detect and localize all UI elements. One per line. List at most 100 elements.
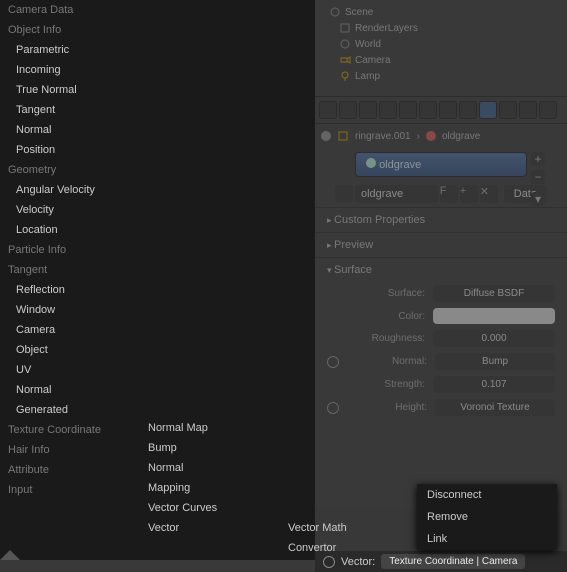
outliner-item[interactable]: World [319,36,563,52]
mesh-icon [337,130,349,142]
tab-particles[interactable] [519,101,537,119]
slot-icon [366,158,376,168]
menu-header[interactable]: Texture Coordinate [0,420,140,440]
surface-shader-dropdown[interactable]: Diffuse BSDF [433,285,555,302]
tab-scene[interactable] [359,101,377,119]
menu-item[interactable]: Convertor [280,538,380,558]
menu-item[interactable]: Incoming [0,60,140,80]
prop-normal: Normal: Bump [315,350,567,373]
tab-material[interactable] [479,101,497,119]
menu-header[interactable]: Tangent [0,260,140,280]
resize-corner[interactable] [0,550,20,560]
tab-constraints[interactable] [419,101,437,119]
new-button[interactable]: + [460,185,478,203]
strength-slider[interactable]: 0.107 [433,376,555,393]
menu-header[interactable]: Object Info [0,20,140,40]
slot-menu-button[interactable]: ▾ [531,192,545,206]
remove-slot-button[interactable]: − [531,170,545,184]
properties-tabs [315,96,567,124]
material-slot[interactable]: oldgrave [355,152,527,177]
outliner-item[interactable]: RenderLayers [319,20,563,36]
menu-column-3: Vector MathConvertor [280,518,380,560]
menu-item[interactable]: Angular Velocity [0,180,140,200]
ctx-disconnect[interactable]: Disconnect [417,484,557,506]
menu-item[interactable]: Generated [0,400,140,420]
breadcrumb-sep: › [417,131,420,142]
material-id-field[interactable]: oldgrave [355,185,438,203]
menu-header[interactable]: Attribute [0,460,140,480]
unlink-button[interactable]: ✕ [480,185,498,203]
tab-data[interactable] [459,101,477,119]
pin-icon[interactable] [321,131,331,141]
menu-item[interactable]: UV [0,360,140,380]
tab-render[interactable] [319,101,337,119]
menu-item[interactable]: Camera [0,320,140,340]
menu-header[interactable]: Particle Info [0,240,140,260]
menu-item[interactable]: Vector Math [280,518,380,538]
item-label: Lamp [355,71,380,82]
tab-texture[interactable] [499,101,517,119]
color-label: Color: [345,311,425,322]
socket-icon[interactable] [327,356,339,368]
outliner-item[interactable]: Lamp [319,68,563,84]
ctx-remove[interactable]: Remove [417,506,557,528]
menu-header[interactable]: Input [0,480,140,500]
menu-item[interactable]: Normal [0,380,140,400]
material-id-row: oldgrave F + ✕ Data [315,181,567,207]
menu-item[interactable]: Position [0,140,140,160]
menu-item[interactable]: Object [0,340,140,360]
roughness-slider[interactable]: 0.000 [433,330,555,347]
prop-surface: Surface: Diffuse BSDF [315,282,567,305]
menu-item[interactable]: Vector [140,518,280,538]
menu-item[interactable]: Reflection [0,280,140,300]
prop-height: Height: Voronoi Texture [315,396,567,419]
menu-item[interactable]: Vector Curves [140,498,280,518]
menu-item[interactable]: Normal [140,458,280,478]
breadcrumb-object[interactable]: ringrave.001 [355,131,411,142]
menu-header[interactable]: Hair Info [0,440,140,460]
normal-dropdown[interactable]: Bump [435,353,555,370]
item-label: RenderLayers [355,23,418,34]
material-icon [426,131,436,141]
material-browse-icon[interactable] [335,185,353,203]
ctx-link[interactable]: Link [417,528,557,550]
menu-item[interactable]: Parametric [0,40,140,60]
menu-header[interactable]: Camera Data [0,0,140,20]
vector-value-dropdown[interactable]: Texture Coordinate | Camera [381,554,525,569]
tab-object[interactable] [399,101,417,119]
tab-layers[interactable] [339,101,357,119]
menu-item[interactable]: Bump [140,438,280,458]
socket-icon[interactable] [327,402,339,414]
context-menu: Disconnect Remove Link [417,484,557,550]
height-dropdown[interactable]: Voronoi Texture [435,399,555,416]
menu-item[interactable]: Normal [0,120,140,140]
menu-item[interactable]: Normal Map [140,418,280,438]
height-label: Height: [347,402,427,413]
outliner-scene[interactable]: Scene [319,4,563,20]
menu-item[interactable]: Window [0,300,140,320]
tab-modifiers[interactable] [439,101,457,119]
outliner: Scene RenderLayers World Camera Lamp [315,0,567,88]
lamp-icon [339,70,351,82]
add-slot-button[interactable]: + [531,152,545,166]
panel-preview[interactable]: Preview [315,232,567,257]
item-label: World [355,39,381,50]
menu-item[interactable]: Mapping [140,478,280,498]
add-node-menu: Camera DataObject InfoParametricIncoming… [0,0,315,560]
menu-item[interactable]: Location [0,220,140,240]
menu-item[interactable]: Velocity [0,200,140,220]
outliner-item[interactable]: Camera [319,52,563,68]
tab-physics[interactable] [539,101,557,119]
menu-item[interactable]: True Normal [0,80,140,100]
color-swatch[interactable] [433,308,555,324]
menu-header[interactable]: Geometry [0,160,140,180]
panel-custom-properties[interactable]: Custom Properties [315,207,567,232]
tab-world[interactable] [379,101,397,119]
menu-item[interactable]: Tangent [0,100,140,120]
menu-column-1: Camera DataObject InfoParametricIncoming… [0,0,140,500]
panel-surface[interactable]: Surface [315,257,567,282]
fake-user-button[interactable]: F [440,185,458,203]
breadcrumb-material[interactable]: oldgrave [442,131,480,142]
material-name: oldgrave [379,159,421,171]
prop-color: Color: [315,305,567,327]
